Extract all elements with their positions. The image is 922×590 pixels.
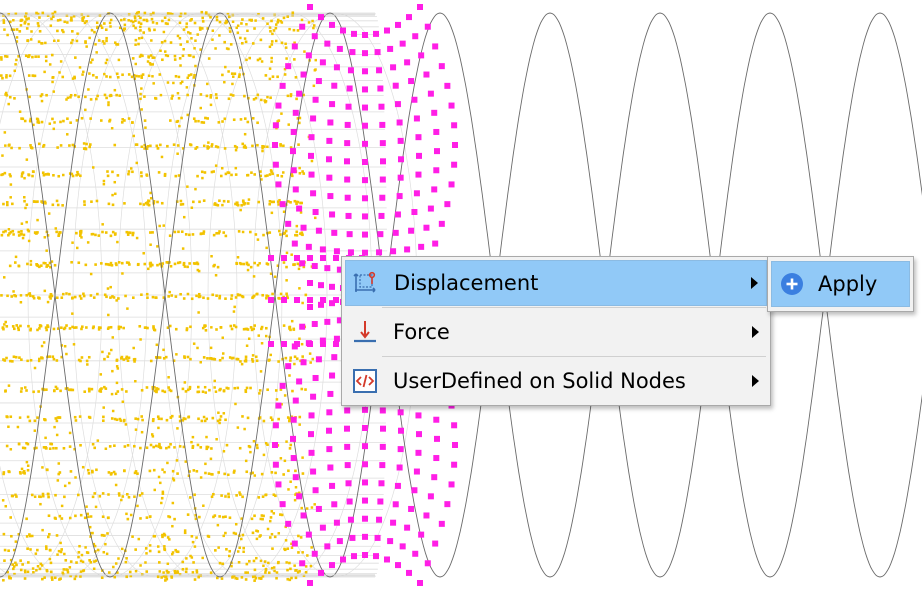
menu-item-displacement[interactable]: Displacement	[345, 260, 767, 306]
menu-separator	[382, 356, 766, 357]
menu-item-force[interactable]: Force	[345, 309, 767, 355]
menu-item-label: Displacement	[394, 271, 539, 295]
viewport-stage: Displacement Force UserDefined on Solid …	[0, 0, 922, 590]
submenu-arrow-icon	[749, 374, 761, 388]
interior-nodes	[0, 10, 318, 582]
displacement-icon	[352, 269, 380, 297]
menu-item-label: UserDefined on Solid Nodes	[393, 369, 686, 393]
add-circle-icon	[778, 270, 806, 298]
code-icon	[351, 367, 379, 395]
submenu-arrow-icon	[748, 276, 760, 290]
submenu-arrow-icon	[749, 325, 761, 339]
menu-item-apply[interactable]: Apply	[771, 261, 910, 307]
menu-item-userdefined[interactable]: UserDefined on Solid Nodes	[345, 358, 767, 404]
context-menu: Displacement Force UserDefined on Solid …	[341, 256, 771, 406]
menu-item-label: Apply	[818, 272, 878, 296]
menu-item-label: Force	[393, 320, 450, 344]
menu-separator	[382, 307, 766, 308]
force-icon	[351, 318, 379, 346]
submenu: Apply	[767, 256, 914, 312]
